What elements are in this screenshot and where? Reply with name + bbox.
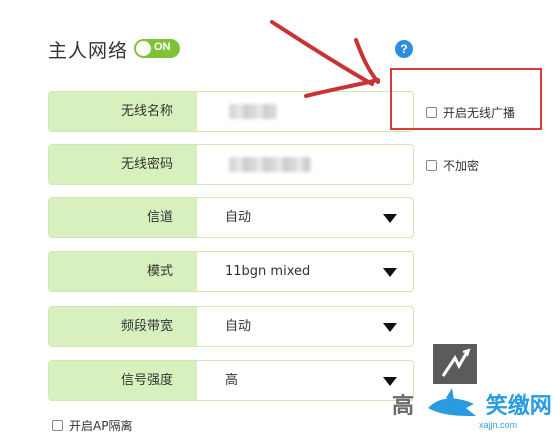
watermark-brand: 笑缴网 (485, 394, 552, 419)
watermark-site: xajjn.com (479, 420, 518, 430)
watermark-text: 高 (392, 394, 415, 419)
watermark-logo-icon (433, 344, 477, 384)
wireless-settings-page: 主人网络 ON ? 无线名称 开启无线广播 无线密码 不加密 信道 自动 模式 … (0, 0, 556, 435)
shark-logo-icon (428, 388, 476, 416)
